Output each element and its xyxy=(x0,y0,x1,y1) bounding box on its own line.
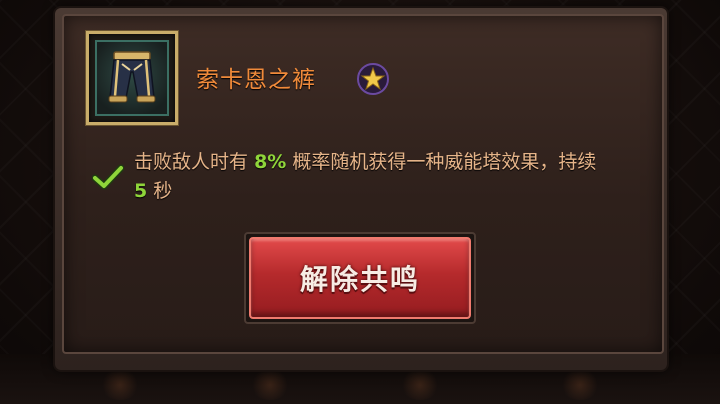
background-ornament xyxy=(250,370,290,400)
check-icon xyxy=(92,164,124,190)
item-slot-inner xyxy=(95,40,169,116)
unbind-resonance-label: 解除共鸣 xyxy=(299,263,420,296)
star-icon xyxy=(357,63,389,95)
background-ornament xyxy=(100,370,140,400)
item-name: 索卡恩之裤 xyxy=(196,67,316,93)
effect-chance: 8% xyxy=(254,151,287,173)
effect-text-after: 秒 xyxy=(153,180,173,202)
background-ornament xyxy=(560,370,600,400)
effect-description: 击败敌人时有 8% 概率随机获得一种威能塔效果，持续 5 秒 xyxy=(134,148,614,206)
effect-text-middle: 概率随机获得一种威能塔效果，持续 xyxy=(292,151,597,173)
effect-duration: 5 xyxy=(134,180,148,202)
effect-text-before: 击败敌人时有 xyxy=(134,151,249,173)
unbind-resonance-button[interactable]: 解除共鸣 xyxy=(249,237,471,319)
pants-icon xyxy=(108,51,156,103)
item-slot[interactable] xyxy=(86,31,178,125)
background-ornament xyxy=(400,370,440,400)
game-screen: 索卡恩之裤 击败敌人时有 8% 概率随机获得一种威能塔效果，持续 5 秒 解除共… xyxy=(0,0,720,404)
